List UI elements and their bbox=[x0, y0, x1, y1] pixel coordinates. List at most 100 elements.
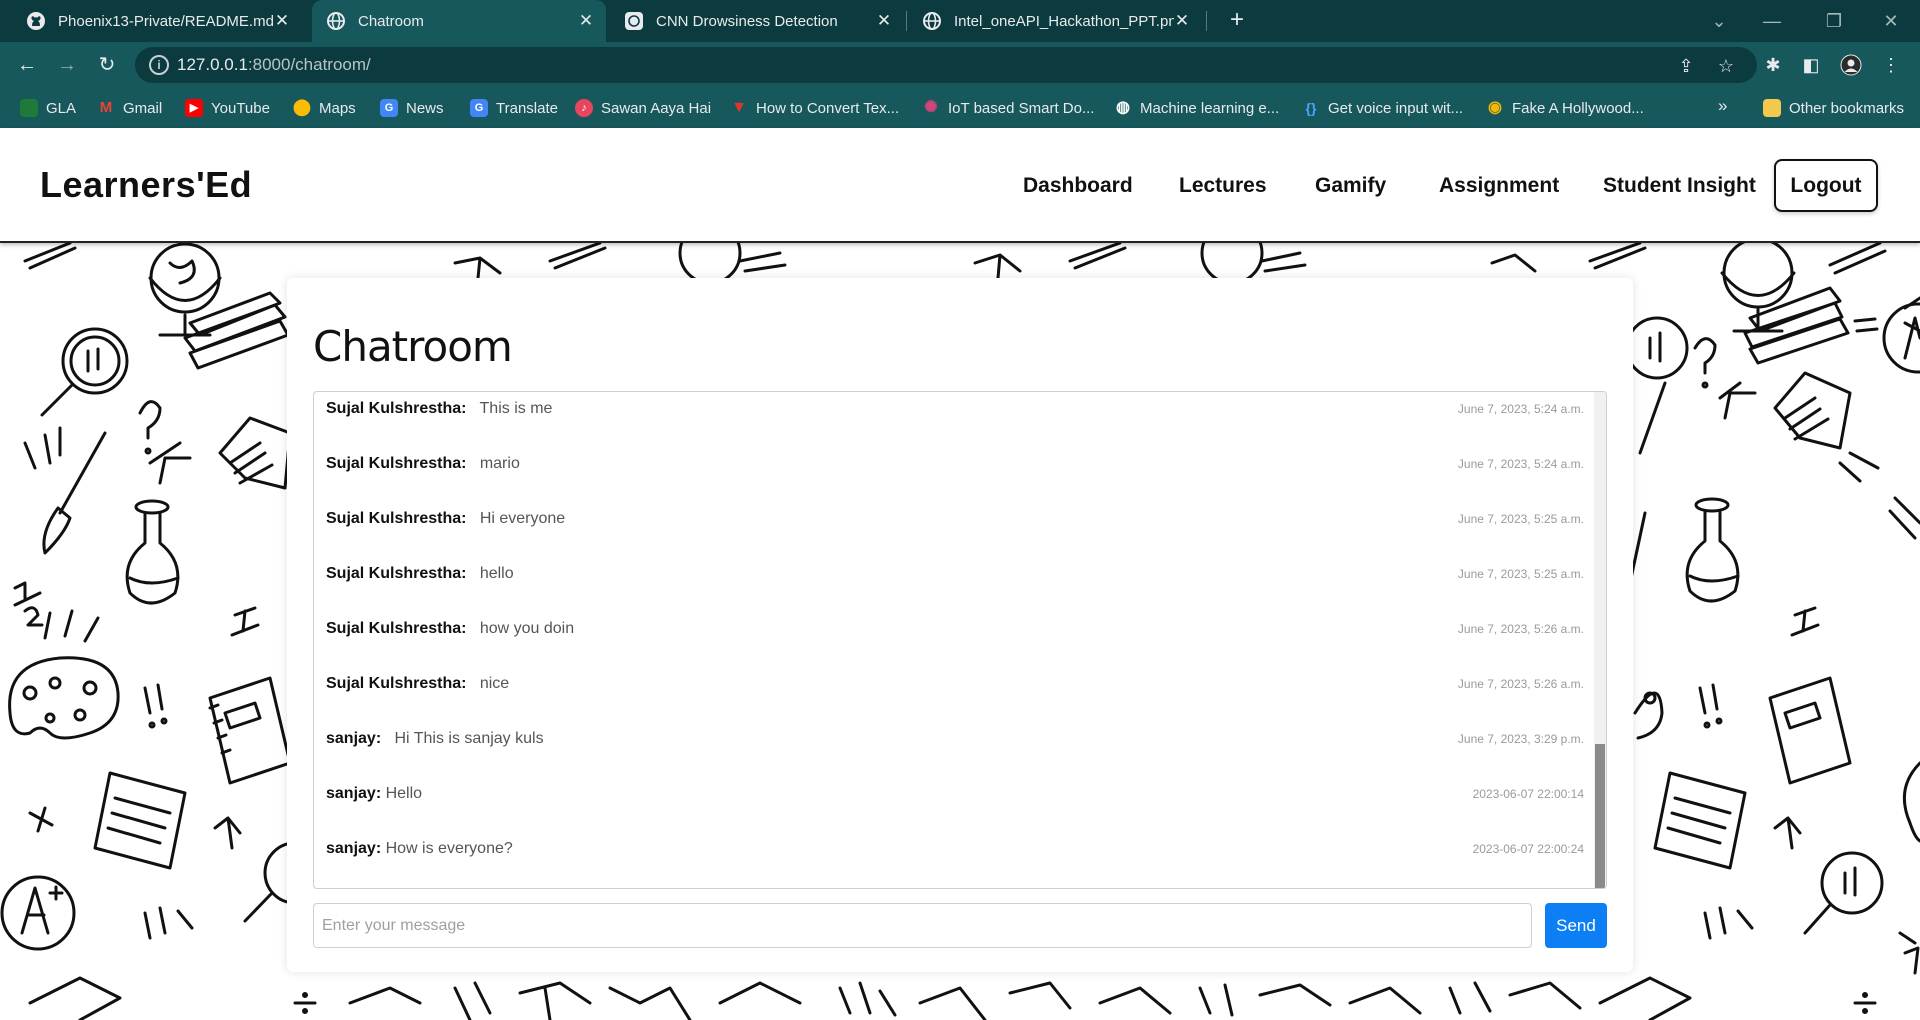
bookmark-maps[interactable]: ⬤ Maps bbox=[293, 88, 356, 128]
divide-doodle-right bbox=[1853, 992, 1877, 1014]
forward-arrow-icon[interactable]: → bbox=[52, 50, 82, 80]
brand-logo[interactable]: Learners'Ed bbox=[40, 164, 252, 206]
nav-student-insight[interactable]: Student Insight bbox=[1603, 174, 1756, 198]
profile-avatar-icon[interactable] bbox=[1840, 54, 1862, 76]
tab-chatroom[interactable]: Chatroom ✕ bbox=[312, 0, 606, 42]
bottom-doodles bbox=[348, 981, 1582, 1020]
bookmark-translate[interactable]: G Translate bbox=[470, 88, 558, 128]
logout-button[interactable]: Logout bbox=[1774, 159, 1878, 212]
bookmark-ml[interactable]: ◍ Machine learning e... bbox=[1114, 88, 1279, 128]
tab-cnn[interactable]: CNN Drowsiness Detection ✕ bbox=[608, 0, 904, 42]
close-window-icon[interactable]: ✕ bbox=[1876, 6, 1906, 36]
scrollbar-thumb[interactable] bbox=[1595, 744, 1605, 888]
paper-doodle bbox=[93, 771, 187, 870]
tab-search-chevron-icon[interactable]: ⌄ bbox=[1704, 6, 1734, 36]
question-doodle-right bbox=[1693, 337, 1717, 389]
bookmark-news[interactable]: G News bbox=[380, 88, 444, 128]
bookmark-label: GLA bbox=[46, 99, 77, 117]
restore-icon[interactable]: ❐ bbox=[1819, 6, 1849, 36]
bookmark-sawan[interactable]: ♪ Sawan Aaya Hai bbox=[575, 88, 711, 128]
bookmark-label: Get voice input wit... bbox=[1328, 99, 1464, 117]
message-time: 2023-06-07 22:00:14 bbox=[1472, 787, 1584, 801]
book-bottom-doodle-right bbox=[1598, 976, 1692, 1020]
open-book-doodle-right bbox=[1773, 371, 1880, 483]
more-bookmarks-chevron[interactable]: » bbox=[1718, 96, 1727, 116]
bookmark-gmail[interactable]: M Gmail bbox=[97, 88, 162, 128]
url-text[interactable]: 127.0.0.1:8000/chatroom/ bbox=[177, 55, 371, 75]
tab-separator bbox=[1206, 11, 1207, 31]
message-item: Sujal Kulshrestha: Hi everyone June 7, 2… bbox=[326, 507, 1584, 531]
message-text: How is everyone? bbox=[385, 840, 513, 857]
bookmark-youtube[interactable]: ▶ YouTube bbox=[185, 88, 270, 128]
chatgpt-icon bbox=[624, 11, 644, 31]
brush-doodle-right bbox=[1638, 381, 1757, 455]
browser-menu-icon[interactable]: ⋮ bbox=[1880, 54, 1902, 76]
a-circle-doodle-right bbox=[1882, 302, 1920, 374]
message-time: June 7, 2023, 5:25 a.m. bbox=[1457, 567, 1584, 581]
message-item: sanjay: Hi This is sanjay kuls June 7, 2… bbox=[326, 727, 1584, 751]
bookmark-star-icon[interactable]: ☆ bbox=[1715, 55, 1737, 77]
omnibox[interactable]: i 127.0.0.1:8000/chatroom/ ⇪ ☆ bbox=[135, 47, 1757, 83]
tab-readme[interactable]: Phoenix13-Private/README.md a ✕ bbox=[10, 0, 302, 42]
message-item: Sujal Kulshrestha: nice June 7, 2023, 5:… bbox=[326, 672, 1584, 696]
nav-assignment[interactable]: Assignment bbox=[1439, 174, 1559, 198]
bookmark-voice[interactable]: {} Get voice input wit... bbox=[1302, 88, 1464, 128]
translate-icon: G bbox=[470, 99, 488, 117]
message-time: June 7, 2023, 5:24 a.m. bbox=[1457, 457, 1584, 471]
site-info-icon[interactable]: i bbox=[149, 55, 169, 75]
tab-title: CNN Drowsiness Detection bbox=[656, 12, 838, 30]
bookmark-iot[interactable]: ✺ IoT based Smart Do... bbox=[922, 88, 1094, 128]
nav-lectures[interactable]: Lectures bbox=[1179, 174, 1267, 198]
bookmark-hollywood[interactable]: ◉ Fake A Hollywood... bbox=[1486, 88, 1644, 128]
message-time: June 7, 2023, 5:26 a.m. bbox=[1457, 677, 1584, 691]
notebook-doodle bbox=[208, 676, 292, 785]
send-button[interactable]: Send bbox=[1545, 903, 1607, 948]
message-list[interactable]: Sujal Kulshrestha: This is me June 7, 20… bbox=[313, 391, 1607, 889]
globe-doodle-right bbox=[1720, 243, 1796, 333]
iot-icon: ✺ bbox=[924, 99, 938, 116]
nav-dashboard[interactable]: Dashboard bbox=[1023, 174, 1133, 198]
new-tab-plus-icon[interactable]: + bbox=[1222, 6, 1252, 36]
bookmark-label: IoT based Smart Do... bbox=[948, 99, 1095, 117]
paper-doodle-right bbox=[1653, 771, 1747, 870]
tab-intel[interactable]: Intel_oneAPI_Hackathon_PPT.png ✕ bbox=[908, 0, 1202, 42]
close-tab-icon[interactable]: ✕ bbox=[874, 11, 894, 31]
bookmark-label: Gmail bbox=[123, 99, 163, 117]
notebook-doodle-right bbox=[1768, 676, 1852, 785]
back-arrow-icon[interactable]: ← bbox=[12, 50, 42, 80]
other-bookmarks[interactable]: Other bookmarks bbox=[1763, 88, 1904, 128]
flask-doodle bbox=[125, 499, 180, 605]
bookmark-label: News bbox=[406, 99, 444, 117]
message-scrollbar[interactable] bbox=[1594, 392, 1606, 888]
github-icon bbox=[26, 11, 46, 31]
message-item: Sujal Kulshrestha: mario June 7, 2023, 5… bbox=[326, 452, 1584, 476]
pencil-doodle-right bbox=[1828, 243, 1887, 275]
bookmark-label: Sawan Aaya Hai bbox=[601, 99, 712, 117]
message-input[interactable] bbox=[314, 904, 1531, 947]
gla-logo-icon bbox=[20, 99, 38, 117]
bookmark-gla[interactable]: GLA bbox=[20, 88, 76, 128]
share-icon[interactable]: ⇪ bbox=[1675, 55, 1697, 77]
close-tab-icon[interactable]: ✕ bbox=[272, 11, 292, 31]
minimize-icon[interactable]: — bbox=[1757, 6, 1787, 36]
close-tab-icon[interactable]: ✕ bbox=[576, 11, 596, 31]
magnifier-doodle-right bbox=[1625, 316, 1689, 380]
pi-doodle-right bbox=[1790, 606, 1820, 637]
message-text: Hi This is sanjay kuls bbox=[394, 730, 544, 747]
book-bottom-doodle bbox=[28, 976, 122, 1020]
bookmark-label: YouTube bbox=[211, 99, 270, 117]
magnifier-doodle bbox=[40, 327, 129, 417]
maps-pin-icon: ⬤ bbox=[293, 99, 311, 116]
message-text: Hello bbox=[385, 785, 423, 802]
bookmark-convert[interactable]: ▼ How to Convert Tex... bbox=[730, 88, 899, 128]
nav-gamify[interactable]: Gamify bbox=[1315, 174, 1386, 198]
message-user: Sujal Kulshrestha: bbox=[326, 675, 467, 692]
bookmark-label: Translate bbox=[496, 99, 558, 117]
reload-icon[interactable]: ↻ bbox=[92, 50, 122, 80]
tab-separator bbox=[906, 11, 907, 31]
extensions-puzzle-icon[interactable]: ✱ bbox=[1762, 54, 1784, 76]
close-tab-icon[interactable]: ✕ bbox=[1172, 11, 1192, 31]
side-panel-icon[interactable]: ◧ bbox=[1800, 54, 1822, 76]
message-text: nice bbox=[479, 675, 510, 692]
message-user: Sujal Kulshrestha: bbox=[326, 620, 467, 637]
